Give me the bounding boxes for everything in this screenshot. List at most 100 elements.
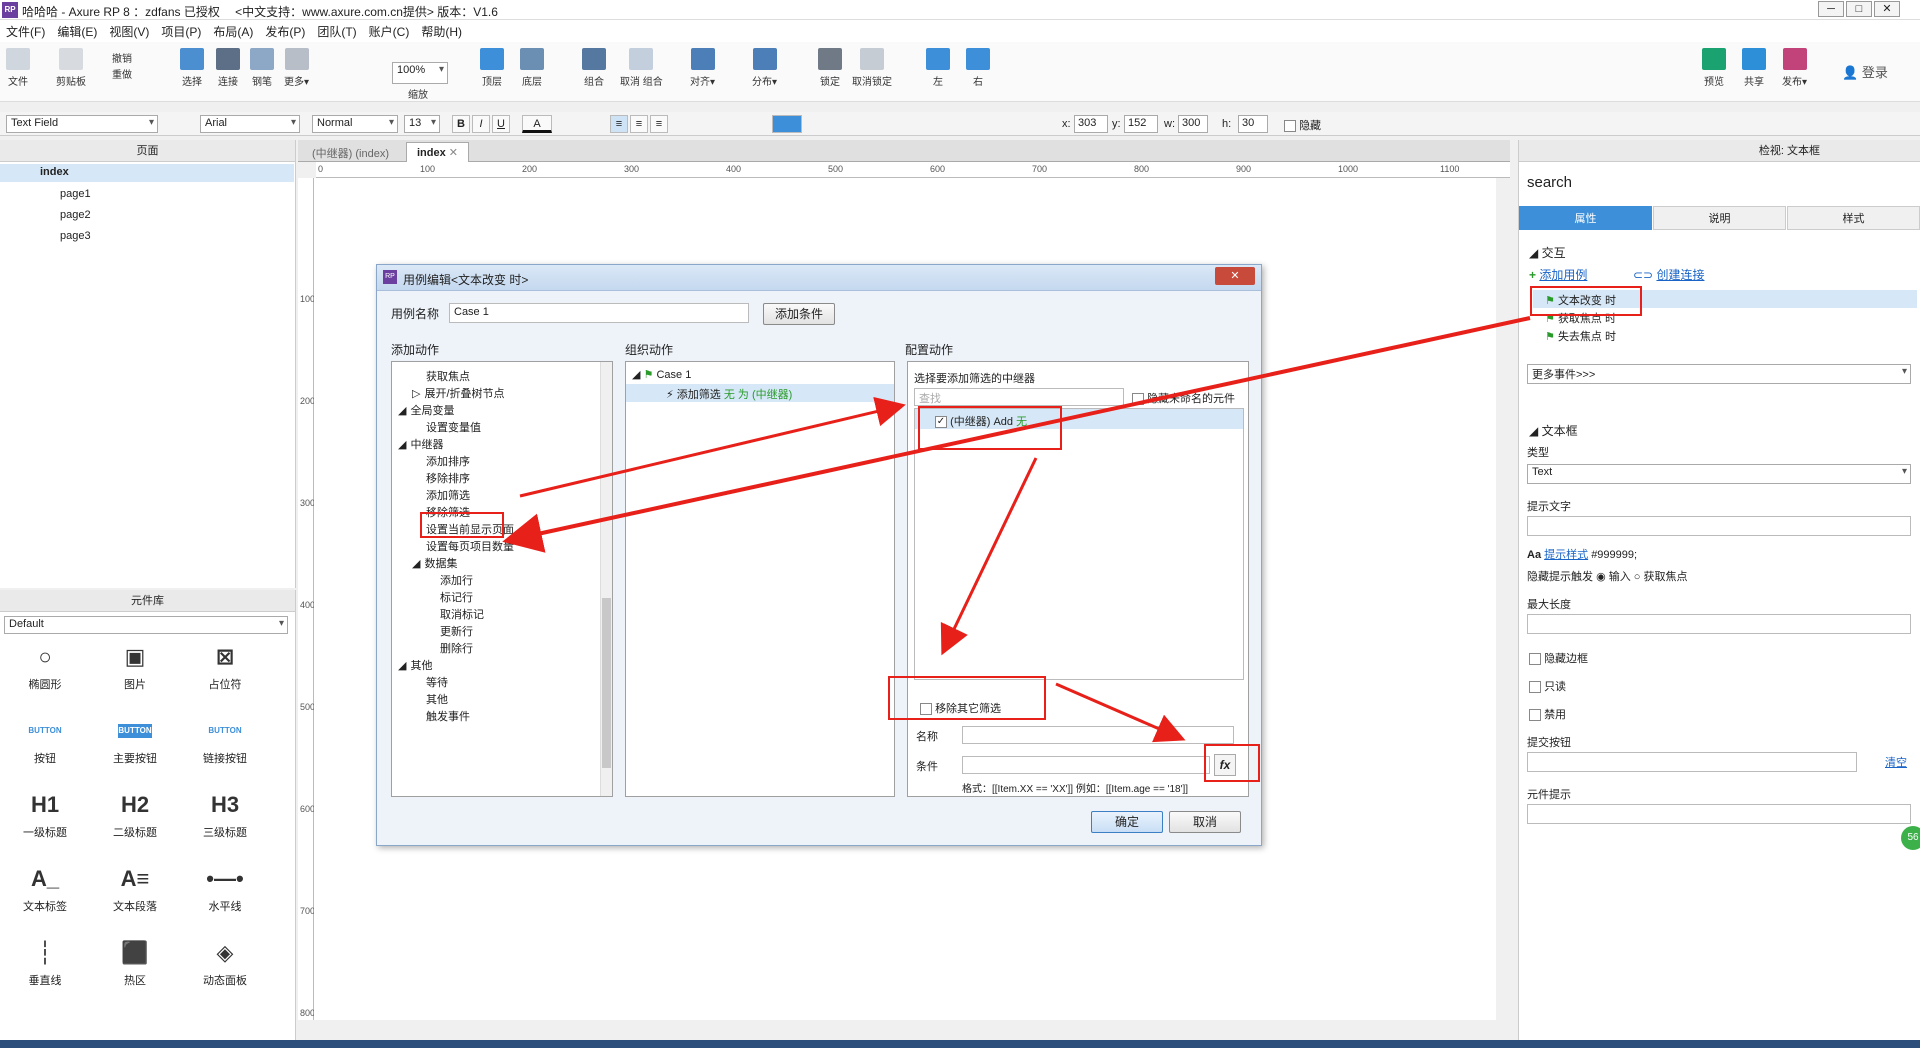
action-scrollbar[interactable]	[600, 362, 612, 796]
hidden-checkbox[interactable]: 隐藏	[1284, 117, 1321, 133]
fill-color-button[interactable]	[772, 115, 802, 133]
menu-account[interactable]: 账户(C)	[363, 20, 416, 43]
library-item[interactable]: A_ 文本标签	[10, 864, 80, 914]
bold-button[interactable]: B	[452, 115, 470, 133]
page-page1[interactable]: page1	[60, 188, 91, 200]
hint-input[interactable]	[1527, 516, 1911, 536]
font-size-select[interactable]: 13	[404, 115, 440, 133]
h-input[interactable]: 30	[1238, 115, 1268, 133]
tab-notes[interactable]: 说明	[1653, 206, 1786, 230]
w-input[interactable]: 300	[1178, 115, 1208, 133]
menu-layout[interactable]: 布局(A)	[207, 20, 259, 43]
tab-properties[interactable]: 属性	[1519, 206, 1652, 230]
align-left-button[interactable]: ≡	[610, 115, 628, 133]
menu-team[interactable]: 团队(T)	[311, 20, 362, 43]
expand-arrow-icon[interactable]: ▷	[412, 388, 420, 400]
scroll-thumb[interactable]	[602, 598, 611, 768]
tooltip-input[interactable]	[1527, 804, 1911, 824]
action-item[interactable]: 等待	[426, 674, 448, 690]
library-item[interactable]: H2 二级标题	[100, 790, 170, 840]
close-tab-icon[interactable]: ✕	[449, 147, 458, 159]
clipboard-button[interactable]: 剪贴板	[56, 48, 86, 88]
org-case[interactable]: ◢ ⚑ Case 1	[632, 368, 691, 381]
repeater-search-input[interactable]: 查找	[914, 388, 1124, 406]
library-item[interactable]: ○ 椭圆形	[10, 642, 80, 692]
login-button[interactable]: 👤 登录	[1842, 62, 1888, 81]
action-item[interactable]: ◢ 全局变量	[398, 402, 454, 418]
menu-edit[interactable]: 编辑(E)	[51, 20, 103, 43]
menu-publish[interactable]: 发布(P)	[259, 20, 311, 43]
library-item[interactable]: H1 一级标题	[10, 790, 80, 840]
widget-style-select[interactable]: Text Field	[6, 115, 158, 133]
action-item[interactable]: ▷ 展开/折叠树节点	[412, 385, 505, 401]
pen-button[interactable]: 钢笔	[250, 48, 274, 88]
font-family-select[interactable]: Arial	[200, 115, 300, 133]
action-item[interactable]: 标记行	[440, 589, 473, 605]
library-item[interactable]: ⊠ 占位符	[190, 642, 260, 692]
library-item[interactable]: ┆ 垂直线	[10, 938, 80, 988]
share-button[interactable]: 共享	[1742, 48, 1766, 88]
radio-input[interactable]: ◉ 输入	[1596, 571, 1631, 583]
action-item[interactable]: 触发事件	[426, 708, 470, 724]
expand-arrow-icon[interactable]: ◢	[398, 439, 406, 451]
align-right-button[interactable]: ≡	[650, 115, 668, 133]
action-item[interactable]: 设置变量值	[426, 419, 481, 435]
library-item[interactable]: BUTTON 链接按钮	[190, 716, 260, 766]
library-item[interactable]: A≡ 文本段落	[100, 864, 170, 914]
hide-unnamed-checkbox[interactable]: 隐藏未命名的元件	[1132, 390, 1235, 406]
undo-button[interactable]: 撤销	[112, 50, 132, 65]
action-item[interactable]: 删除行	[440, 640, 473, 656]
textbox-section[interactable]: ◢ 文本框	[1529, 422, 1578, 439]
page-page3[interactable]: page3	[60, 230, 91, 242]
action-item[interactable]: 更新行	[440, 623, 473, 639]
more-button[interactable]: 更多▾	[284, 48, 309, 88]
org-action[interactable]: ⚡ 添加筛选 无 为 (中继器)	[666, 386, 792, 402]
action-item[interactable]: 添加排序	[426, 453, 470, 469]
file-button[interactable]: 文件	[6, 48, 30, 88]
left-pane-button[interactable]: 左	[926, 48, 950, 88]
unlock-button[interactable]: 取消锁定	[852, 48, 892, 88]
menu-file[interactable]: 文件(F)	[0, 20, 51, 43]
select-button[interactable]: 选择	[180, 48, 204, 88]
action-item[interactable]: ◢ 其他	[398, 657, 432, 673]
tab-style[interactable]: 样式	[1787, 206, 1920, 230]
dialog-close-button[interactable]: ✕	[1215, 267, 1255, 285]
underline-button[interactable]: U	[492, 115, 510, 133]
create-link[interactable]: ⊂⊃ 创建连接	[1633, 266, 1704, 283]
action-item[interactable]: ◢ 中继器	[398, 436, 443, 452]
action-item[interactable]: ◢ 数据集	[412, 555, 457, 571]
library-item[interactable]: •—• 水平线	[190, 864, 260, 914]
bring-top-button[interactable]: 顶层	[480, 48, 504, 88]
action-item[interactable]: 取消标记	[440, 606, 484, 622]
radio-focus[interactable]: ○ 获取焦点	[1634, 571, 1688, 583]
readonly-checkbox[interactable]: 只读	[1529, 678, 1566, 694]
interaction-section[interactable]: ◢ 交互	[1529, 244, 1566, 261]
maximize-button[interactable]: □	[1846, 1, 1872, 17]
group-button[interactable]: 组合	[582, 48, 606, 88]
align-button[interactable]: 对齐▾	[690, 48, 715, 88]
page-index[interactable]: index	[0, 164, 294, 182]
connect-button[interactable]: 连接	[216, 48, 240, 88]
ok-button[interactable]: 确定	[1091, 811, 1163, 833]
add-condition-button[interactable]: 添加条件	[763, 303, 835, 325]
library-item[interactable]: ⬛ 热区	[100, 938, 170, 988]
disabled-checkbox[interactable]: 禁用	[1529, 706, 1566, 722]
tab-index[interactable]: index ✕	[406, 142, 470, 162]
event-blur[interactable]: ⚑ 失去焦点 时	[1545, 328, 1616, 344]
italic-button[interactable]: I	[472, 115, 490, 133]
hide-border-checkbox[interactable]: 隐藏边框	[1529, 650, 1588, 666]
library-item[interactable]: H3 三级标题	[190, 790, 260, 840]
close-button[interactable]: ✕	[1874, 1, 1900, 17]
action-item[interactable]: 设置每页项目数量	[426, 538, 514, 554]
expand-arrow-icon[interactable]: ◢	[398, 405, 406, 417]
library-item[interactable]: ▣ 图片	[100, 642, 170, 692]
library-select[interactable]: Default	[4, 616, 288, 634]
action-item[interactable]: 获取焦点	[426, 368, 470, 384]
add-case-link[interactable]: + 添加用例	[1529, 266, 1587, 283]
hint-style-row[interactable]: Aa 提示样式 #999999;	[1527, 546, 1637, 562]
type-select[interactable]: Text	[1527, 464, 1911, 484]
library-item[interactable]: BUTTON 按钮	[10, 716, 80, 766]
tab-repeater[interactable]: (中继器) (index)	[302, 142, 399, 162]
cancel-button[interactable]: 取消	[1169, 811, 1241, 833]
zoom-select[interactable]: 100%	[392, 62, 448, 84]
